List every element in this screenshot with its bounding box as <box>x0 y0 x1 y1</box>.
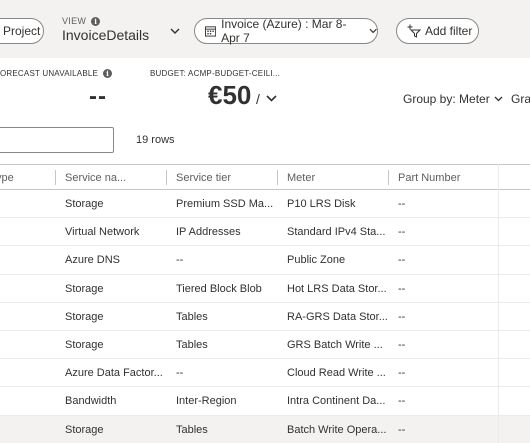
table-row[interactable]: Storage Premium SSD Ma... P10 LRS Disk -… <box>0 190 530 219</box>
chevron-down-icon <box>369 28 377 34</box>
info-icon: i <box>103 69 113 78</box>
table-row[interactable]: Azure Data Factor... -- Cloud Read Write… <box>0 359 530 388</box>
cell-meter: GRS Batch Write ... <box>287 338 383 351</box>
table-row[interactable]: Storage Tables Batch Write Opera... -- <box>0 415 530 443</box>
budget-kpi-unit: / <box>256 91 260 107</box>
cell-part-number: -- <box>398 282 406 295</box>
cell-meter: Standard IPv4 Sta... <box>287 226 386 239</box>
calendar-icon <box>205 26 217 37</box>
rows-count: 19 rows <box>136 134 175 146</box>
cell-part-number: -- <box>398 338 406 351</box>
column-header-service-name[interactable]: Service na... <box>65 172 165 184</box>
cell-service-name: Storage <box>65 310 104 323</box>
column-header-part-number[interactable]: Part Number <box>398 172 498 184</box>
cell-service-name: Azure Data Factor... <box>65 367 163 380</box>
cost-table: ype Service na... Service tier Meter Par… <box>0 164 530 443</box>
cell-part-number: -- <box>398 367 406 380</box>
scope-date-label: Invoice (Azure) : Mar 8-Apr 7 <box>221 17 347 45</box>
cell-part-number: -- <box>398 254 406 267</box>
cell-service-tier: Tables <box>176 423 208 436</box>
cell-service-name: Storage <box>65 423 104 436</box>
project-label: Project <box>3 24 41 38</box>
table-row[interactable]: Bandwidth Inter-Region Intra Continent D… <box>0 387 530 416</box>
column-header-type[interactable]: ype <box>0 172 46 184</box>
table-header: ype Service na... Service tier Meter Par… <box>0 164 530 190</box>
budget-kpi-value: €50 <box>208 80 252 110</box>
table-row[interactable]: Azure DNS -- Public Zone -- <box>0 246 530 275</box>
table-row[interactable]: Storage Tables RA-GRS Data Stor... -- <box>0 303 530 331</box>
table-row[interactable]: Storage Tiered Block Blob Hot LRS Data S… <box>0 275 530 303</box>
granularity-dropdown[interactable]: Gran <box>511 92 530 106</box>
cell-meter: P10 LRS Disk <box>287 198 356 210</box>
column-header-meter[interactable]: Meter <box>287 172 388 184</box>
chevron-down-icon[interactable] <box>266 95 277 102</box>
add-filter-button[interactable]: Add filter <box>396 18 479 44</box>
table-row[interactable]: Virtual Network IP Addresses Standard IP… <box>0 218 530 247</box>
group-by-dropdown[interactable]: Group by: Meter <box>403 92 503 106</box>
column-divider[interactable] <box>166 170 167 185</box>
forecast-kpi-value: -- <box>89 83 107 110</box>
chevron-down-icon[interactable] <box>170 28 180 35</box>
cell-meter: Hot LRS Data Stor... <box>287 282 387 295</box>
scope-date-button[interactable]: Invoice (Azure) : Mar 8-Apr 7 <box>194 17 378 45</box>
filter-input[interactable] <box>0 127 114 153</box>
cell-meter: RA-GRS Data Stor... <box>287 310 388 323</box>
budget-kpi-label: BUDGET: ACMP-BUDGET-CEILI... <box>150 69 281 78</box>
add-filter-icon <box>407 24 421 38</box>
cell-service-name: Azure DNS <box>65 254 121 267</box>
forecast-kpi-label: ORECAST UNAVAILABLE i <box>0 69 113 78</box>
cell-service-tier: Inter-Region <box>176 395 237 408</box>
view-value: InvoiceDetails <box>62 27 150 43</box>
info-icon: i <box>91 16 101 26</box>
column-divider[interactable] <box>388 170 389 185</box>
cell-service-name: Storage <box>65 282 104 295</box>
cell-part-number: -- <box>398 198 406 210</box>
cell-service-tier: Tables <box>176 310 208 323</box>
cell-meter: Public Zone <box>287 254 346 267</box>
cell-service-tier: Tiered Block Blob <box>176 282 262 295</box>
column-header-service-tier[interactable]: Service tier <box>176 172 277 184</box>
cell-meter: Cloud Read Write ... <box>287 367 386 380</box>
add-filter-label: Add filter <box>425 24 473 38</box>
cell-service-name: Bandwidth <box>65 395 117 408</box>
group-by-label: Group by: Meter <box>403 92 490 106</box>
view-label: VIEW <box>62 16 87 26</box>
view-selector[interactable]: VIEW i InvoiceDetails <box>62 16 149 43</box>
cell-service-tier: Premium SSD Ma... <box>176 198 274 210</box>
cell-service-name: Virtual Network <box>65 226 140 239</box>
column-divider <box>498 164 499 443</box>
cell-meter: Intra Continent Da... <box>287 395 386 408</box>
project-button[interactable]: Project <box>0 18 44 44</box>
column-divider[interactable] <box>277 170 278 185</box>
cell-service-tier: -- <box>176 254 184 267</box>
toolbar: Project VIEW i InvoiceDetails Invoice (A… <box>0 0 530 58</box>
cell-service-name: Storage <box>65 198 104 210</box>
chevron-down-icon <box>494 96 503 102</box>
cell-part-number: -- <box>398 423 406 436</box>
cell-part-number: -- <box>398 310 406 323</box>
cell-service-tier: -- <box>176 367 184 380</box>
cell-service-name: Storage <box>65 338 104 351</box>
cell-part-number: -- <box>398 395 406 408</box>
column-divider[interactable] <box>55 170 56 185</box>
cell-part-number: -- <box>398 226 406 239</box>
cell-service-tier: IP Addresses <box>176 226 241 239</box>
cell-meter: Batch Write Opera... <box>287 423 387 436</box>
table-row[interactable]: Storage Tables GRS Batch Write ... -- <box>0 331 530 360</box>
cell-service-tier: Tables <box>176 338 208 351</box>
